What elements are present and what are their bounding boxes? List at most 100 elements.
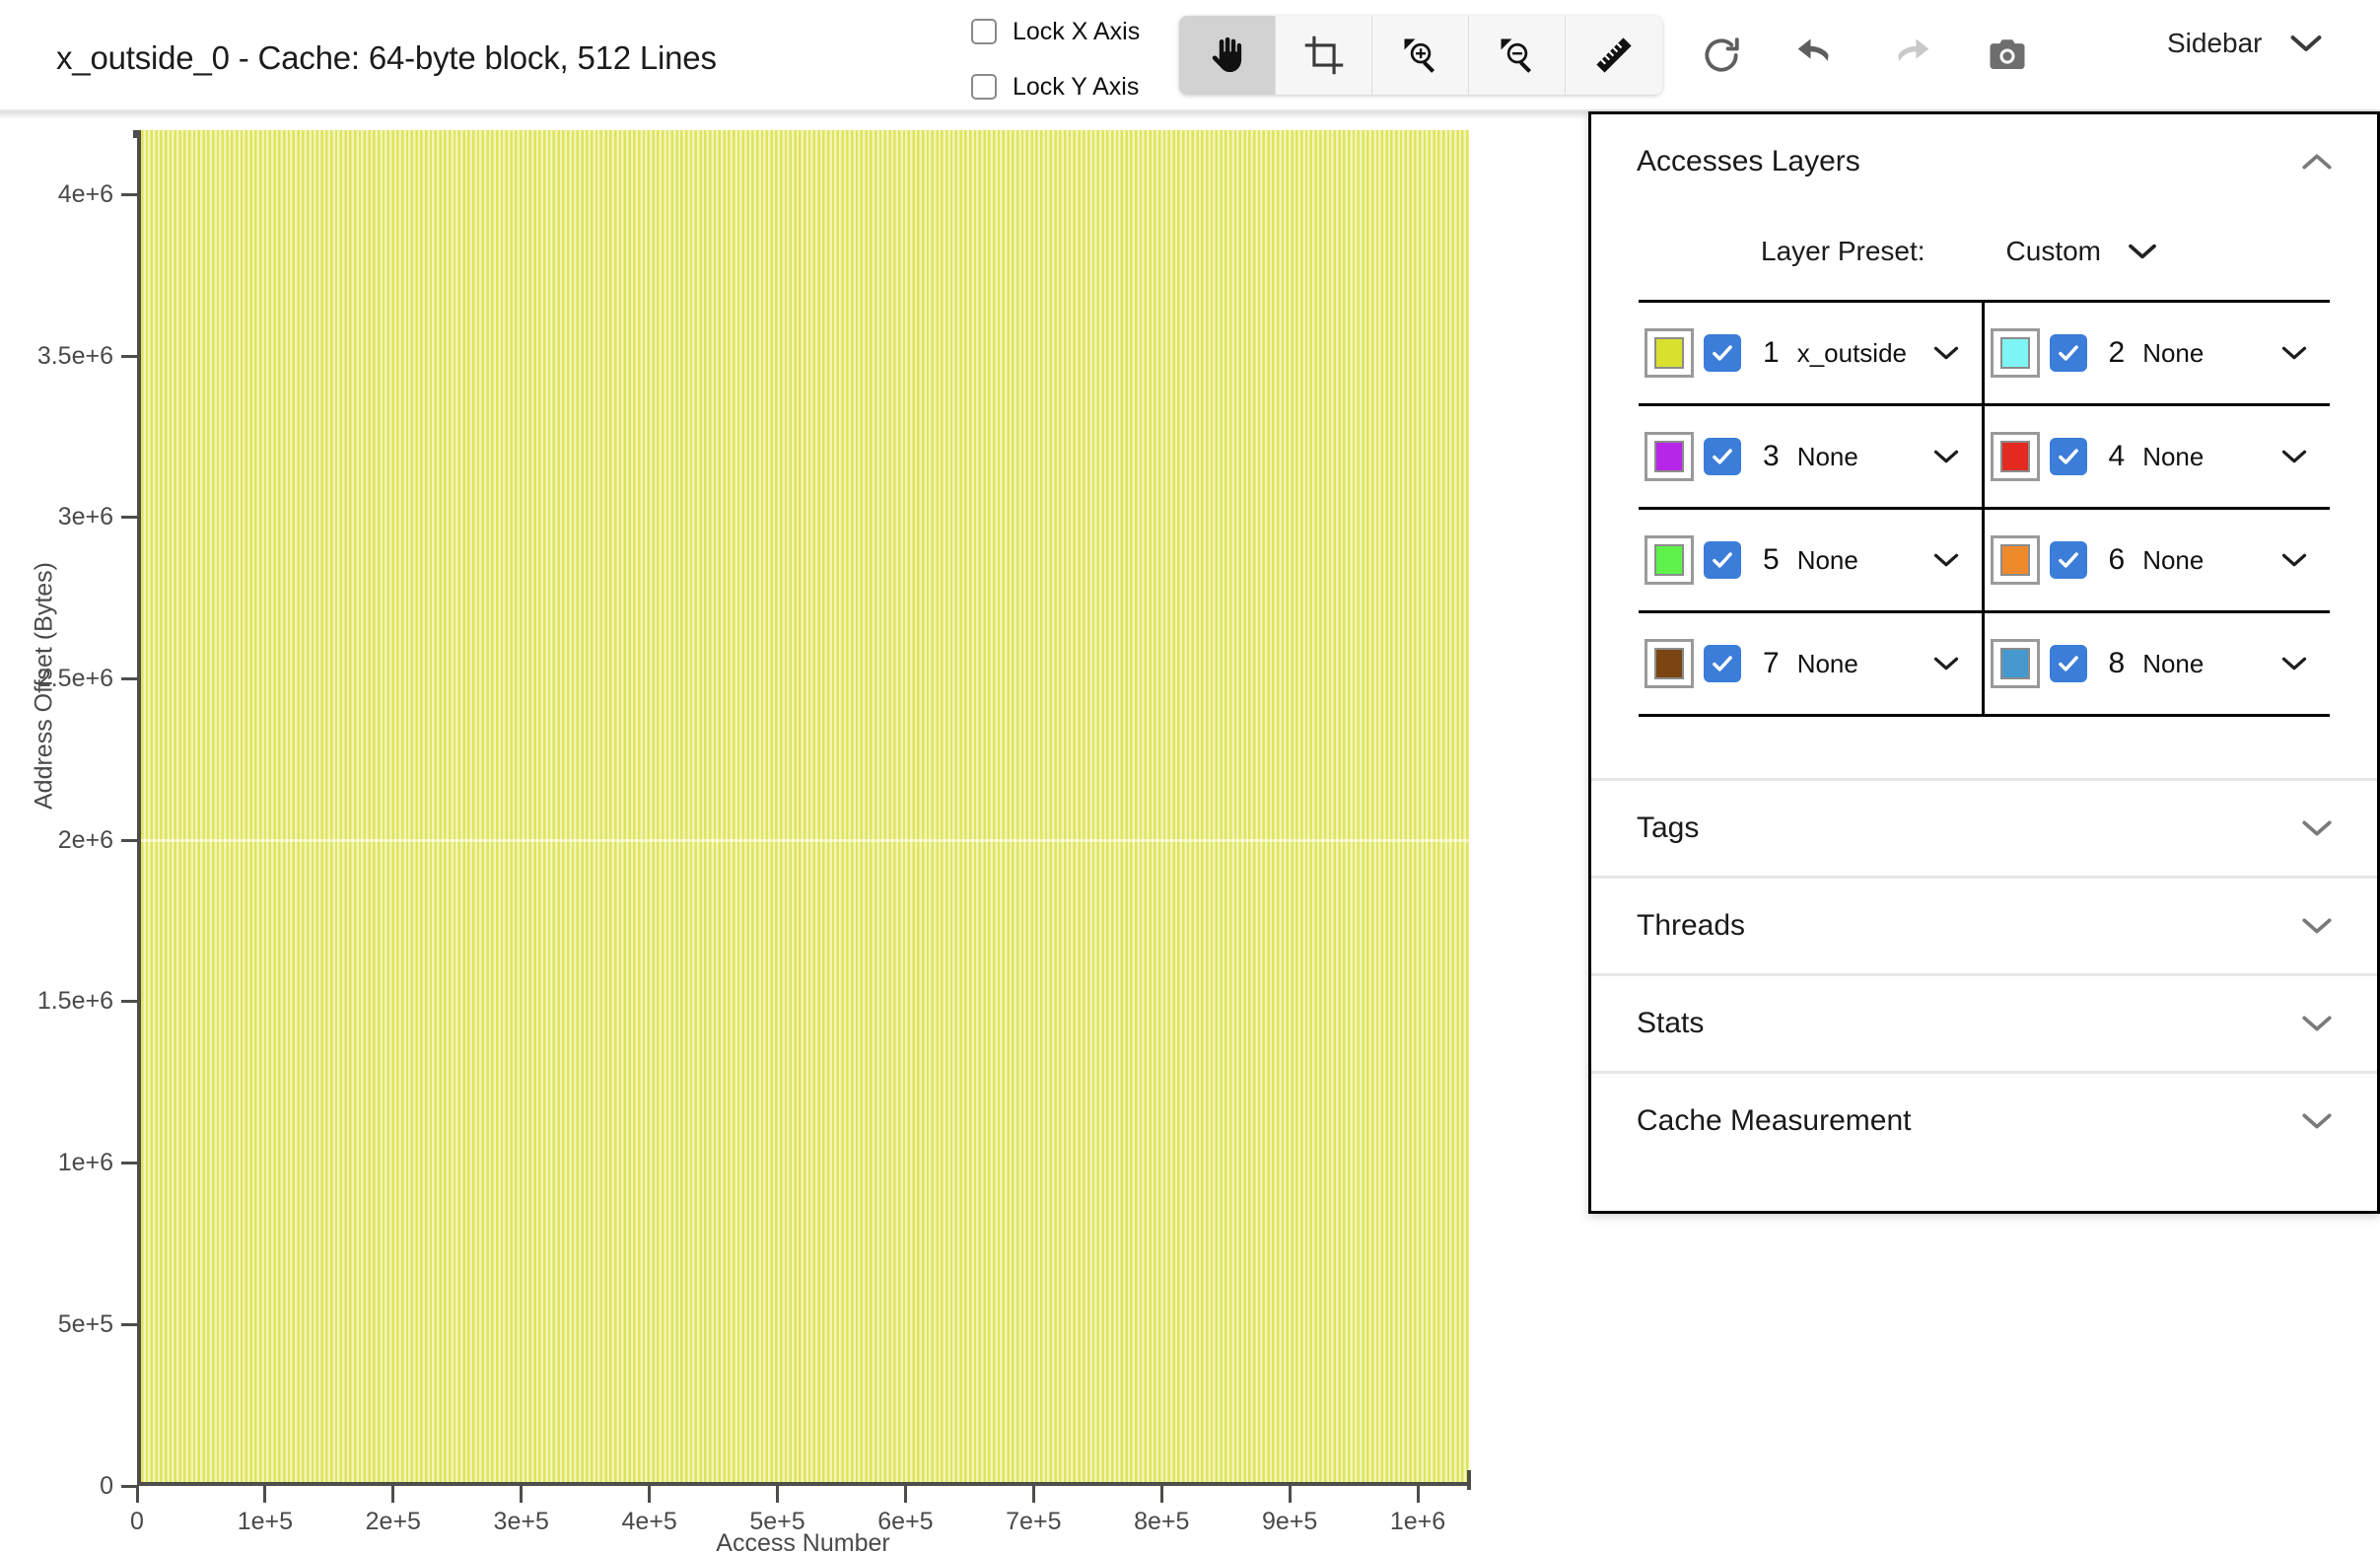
layers-grid: 1 x_outside 2 None 3 None 4 None 5 None 6 None 7 None…	[1639, 300, 2330, 717]
layer-preset-row[interactable]: Layer Preset: Custom	[1621, 209, 2347, 294]
y-axis-tick-label: 5e+5	[57, 1309, 113, 1338]
chart-series-seam	[141, 839, 1469, 842]
layer-index: 3	[1763, 440, 1780, 472]
section-cache-measurement[interactable]: Cache Measurement	[1591, 1074, 2377, 1168]
layer-color-swatch-button[interactable]	[1990, 328, 2040, 378]
layer-color-swatch-button[interactable]	[1645, 639, 1694, 688]
layer-color-swatch-button[interactable]	[1645, 432, 1694, 481]
layer-color-swatch-button[interactable]	[1990, 639, 2040, 688]
check-icon	[1713, 656, 1732, 671]
layer-row[interactable]: 3 None	[1639, 406, 1985, 510]
chevron-down-icon[interactable]	[2300, 915, 2334, 937]
sidebar-toggle[interactable]: Sidebar	[2167, 28, 2324, 59]
layer-row[interactable]: 5 None	[1639, 510, 1985, 613]
layer-visibility-checkbox[interactable]	[1704, 438, 1741, 475]
layer-row[interactable]: 4 None	[1984, 406, 2330, 510]
layer-color-swatch-button[interactable]	[1990, 432, 2040, 481]
layer-color-swatch	[1999, 337, 2030, 369]
chevron-up-icon[interactable]	[2300, 151, 2334, 173]
sidebar-toggle-label: Sidebar	[2167, 28, 2263, 58]
section-title: Threads	[1637, 909, 1746, 942]
y-axis-label: Address Offset (Bytes)	[30, 562, 58, 811]
section-tags[interactable]: Tags	[1591, 781, 2377, 876]
layer-visibility-checkbox[interactable]	[1704, 645, 1741, 682]
layer-color-swatch	[1654, 648, 1684, 679]
chevron-down-icon[interactable]	[2300, 1013, 2334, 1034]
layer-visibility-checkbox[interactable]	[1704, 334, 1741, 372]
redo-button[interactable]	[1865, 16, 1956, 95]
ruler-icon	[1591, 33, 1637, 78]
chevron-down-icon[interactable]	[1932, 551, 1960, 569]
check-icon	[2058, 656, 2078, 671]
x-axis-tick-mark	[1031, 1486, 1035, 1503]
chevron-down-icon[interactable]	[1932, 344, 1960, 362]
reset-button[interactable]	[1676, 16, 1767, 95]
section-stats[interactable]: Stats	[1591, 976, 2377, 1071]
layer-visibility-checkbox[interactable]	[2049, 438, 2087, 475]
lock-y-axis-checkbox[interactable]	[971, 74, 997, 100]
y-axis-tick-mark	[121, 1322, 137, 1326]
chevron-down-icon[interactable]	[2300, 817, 2334, 839]
chevron-down-icon[interactable]	[2280, 448, 2308, 465]
chevron-down-icon[interactable]	[2300, 1110, 2334, 1132]
layer-row[interactable]: 8 None	[1984, 613, 2330, 717]
layer-color-swatch	[1999, 441, 2030, 472]
layer-color-swatch-button[interactable]	[1990, 535, 2040, 585]
y-axis-tick-mark	[121, 838, 137, 842]
section-accesses-layers-title: Accesses Layers	[1637, 145, 1860, 177]
chevron-down-icon[interactable]	[2280, 655, 2308, 672]
crop-tool-button[interactable]	[1276, 16, 1372, 95]
y-axis-tick-label: 4e+6	[57, 179, 113, 208]
undo-button[interactable]	[1771, 16, 1861, 95]
zoom-in-icon	[1399, 33, 1442, 78]
x-axis-tick-mark	[776, 1486, 780, 1503]
chevron-down-icon[interactable]	[2127, 242, 2158, 261]
accesses-spacer	[1621, 717, 2347, 778]
screenshot-button[interactable]	[1962, 16, 2053, 95]
y-axis-tick-mark	[121, 1000, 137, 1004]
measure-tool-button[interactable]	[1566, 16, 1662, 95]
layer-row[interactable]: 2 None	[1984, 303, 2330, 406]
check-icon	[2058, 552, 2078, 568]
layer-visibility-checkbox[interactable]	[2049, 541, 2087, 579]
chevron-down-icon[interactable]	[2280, 551, 2308, 569]
layer-visibility-checkbox[interactable]	[1704, 541, 1741, 579]
layer-visibility-checkbox[interactable]	[2049, 334, 2087, 372]
chart-plot-area[interactable]	[137, 130, 1469, 1486]
layer-visibility-checkbox[interactable]	[2049, 645, 2087, 682]
layer-row[interactable]: 1 x_outside	[1639, 303, 1985, 406]
chevron-down-icon[interactable]	[2280, 344, 2308, 362]
page-title: x_outside_0 - Cache: 64-byte block, 512 …	[56, 39, 717, 76]
check-icon	[1713, 552, 1732, 568]
lock-x-axis-label: Lock X Axis	[1013, 17, 1141, 45]
layer-color-swatch-button[interactable]	[1645, 328, 1694, 378]
lock-x-axis-checkbox[interactable]	[971, 19, 997, 44]
chevron-down-icon	[2288, 33, 2324, 54]
x-axis-tick-mark	[1288, 1486, 1292, 1503]
layer-color-swatch-button[interactable]	[1645, 535, 1694, 585]
undo-icon	[1793, 34, 1839, 77]
layer-index: 1	[1763, 336, 1780, 369]
layer-index: 8	[2108, 647, 2126, 679]
crop-icon	[1302, 33, 1346, 78]
check-icon	[1713, 345, 1732, 361]
zoom-out-tool-button[interactable]	[1469, 16, 1566, 95]
hand-icon	[1206, 33, 1249, 78]
layer-row[interactable]: 7 None	[1639, 613, 1985, 717]
zoom-out-icon	[1496, 33, 1539, 78]
chart-canvas[interactable]: 0 5e+5 1e+6 1.5e+6 2e+6 2.5e+6 3e+6 3.5e+6 4e+6 …	[0, 119, 1577, 1552]
chevron-down-icon[interactable]	[1932, 655, 1960, 672]
collapsible-sections: Tags Threads Stats Cache Measurement	[1591, 778, 2377, 1168]
x-axis-end-cap	[1467, 1470, 1471, 1490]
layer-preset-label: Layer Preset:	[1761, 236, 1925, 266]
chevron-down-icon[interactable]	[1932, 448, 1960, 465]
zoom-in-tool-button[interactable]	[1372, 16, 1469, 95]
layer-preset-value: Custom	[2005, 236, 2101, 266]
layer-row[interactable]: 6 None	[1984, 510, 2330, 613]
lock-y-axis-row[interactable]: Lock Y Axis	[971, 67, 1168, 106]
section-accesses-layers[interactable]: Accesses Layers	[1591, 114, 2377, 209]
x-axis-tick-mark	[1416, 1486, 1420, 1503]
pan-tool-button[interactable]	[1179, 16, 1276, 95]
lock-x-axis-row[interactable]: Lock X Axis	[971, 12, 1168, 51]
section-threads[interactable]: Threads	[1591, 879, 2377, 973]
